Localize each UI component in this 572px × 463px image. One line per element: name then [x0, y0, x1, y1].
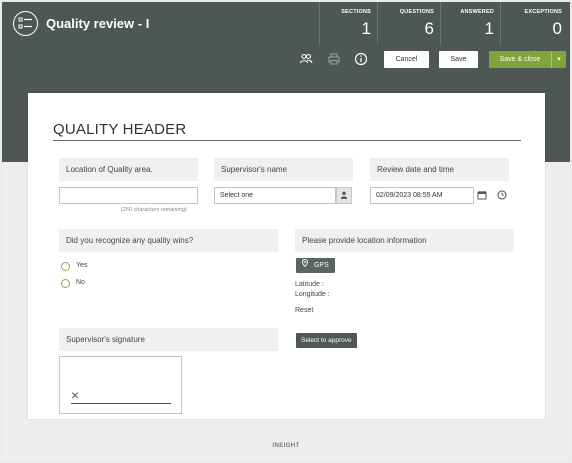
characters-remaining: (250 characters remaining): [121, 207, 187, 213]
supervisor-select[interactable]: Select one: [214, 187, 336, 204]
stat-value: 0: [552, 19, 562, 38]
stat-questions: QUESTIONS 6: [377, 2, 440, 44]
signature-x-mark: ×: [71, 387, 80, 403]
latitude-label: Latitude :: [295, 281, 324, 288]
stat-value: 6: [424, 19, 434, 38]
signature-label: Supervisor's signature: [59, 328, 278, 351]
gps-label: GPS: [313, 262, 329, 270]
radio-no-label: No: [76, 279, 85, 286]
signature-line: [71, 403, 171, 404]
quality-wins-label: Did you recognize any quality wins?: [59, 229, 278, 252]
top-bar: Quality review - I SECTIONS 1 QUESTIONS …: [2, 2, 570, 44]
review-date-label: Review date and time: [370, 158, 509, 181]
location-label: Location of Quality area.: [59, 158, 198, 181]
checklist-icon: [13, 11, 38, 36]
app-frame: Quality review - I SECTIONS 1 QUESTIONS …: [2, 2, 570, 461]
longitude-label: Longitude :: [295, 291, 330, 298]
form-card: QUALITY HEADER Location of Quality area.…: [28, 93, 545, 419]
stat-exceptions: EXCEPTIONS 0: [500, 2, 568, 44]
location-input[interactable]: [59, 187, 198, 204]
save-button[interactable]: Save: [439, 51, 478, 68]
radio-yes-label: Yes: [76, 262, 88, 269]
stat-answered: ANSWERED 1: [440, 2, 500, 44]
review-date-input[interactable]: 02/09/2023 08:55 AM: [370, 187, 474, 204]
select-to-approve-button[interactable]: Select to approve: [296, 333, 357, 348]
radio-yes[interactable]: [61, 262, 70, 271]
print-icon[interactable]: [327, 52, 341, 66]
page-title: Quality review - I: [46, 16, 150, 31]
gps-button[interactable]: GPS: [296, 258, 335, 273]
section-divider: [53, 140, 521, 141]
footer-brand: INEIGHT: [272, 443, 300, 449]
stat-sections: SECTIONS 1: [319, 2, 377, 44]
supervisor-label: Supervisor's name: [214, 158, 353, 181]
section-title: QUALITY HEADER: [53, 121, 187, 138]
cancel-button[interactable]: Cancel: [384, 51, 429, 68]
stat-label: SECTIONS: [341, 9, 371, 15]
radio-no[interactable]: [61, 279, 70, 288]
location-info-label: Please provide location information: [295, 229, 514, 252]
clock-icon[interactable]: [496, 190, 508, 202]
users-icon[interactable]: [299, 52, 313, 66]
stat-value: 1: [361, 19, 371, 38]
signature-pad[interactable]: ×: [59, 356, 182, 414]
stat-label: QUESTIONS: [399, 9, 434, 15]
stat-label: ANSWERED: [460, 9, 494, 15]
save-close-button[interactable]: Save & close: [489, 51, 551, 68]
reset-link[interactable]: Reset: [295, 307, 313, 314]
stat-value: 1: [484, 19, 494, 38]
location-pin-icon: [302, 258, 308, 273]
person-icon[interactable]: [336, 187, 352, 204]
toolbar: Cancel Save Save & close ▾: [2, 44, 570, 74]
stat-label: EXCEPTIONS: [524, 9, 562, 15]
calendar-icon[interactable]: [476, 190, 488, 202]
chevron-down-icon[interactable]: ▾: [551, 51, 566, 68]
info-icon[interactable]: [354, 52, 368, 66]
